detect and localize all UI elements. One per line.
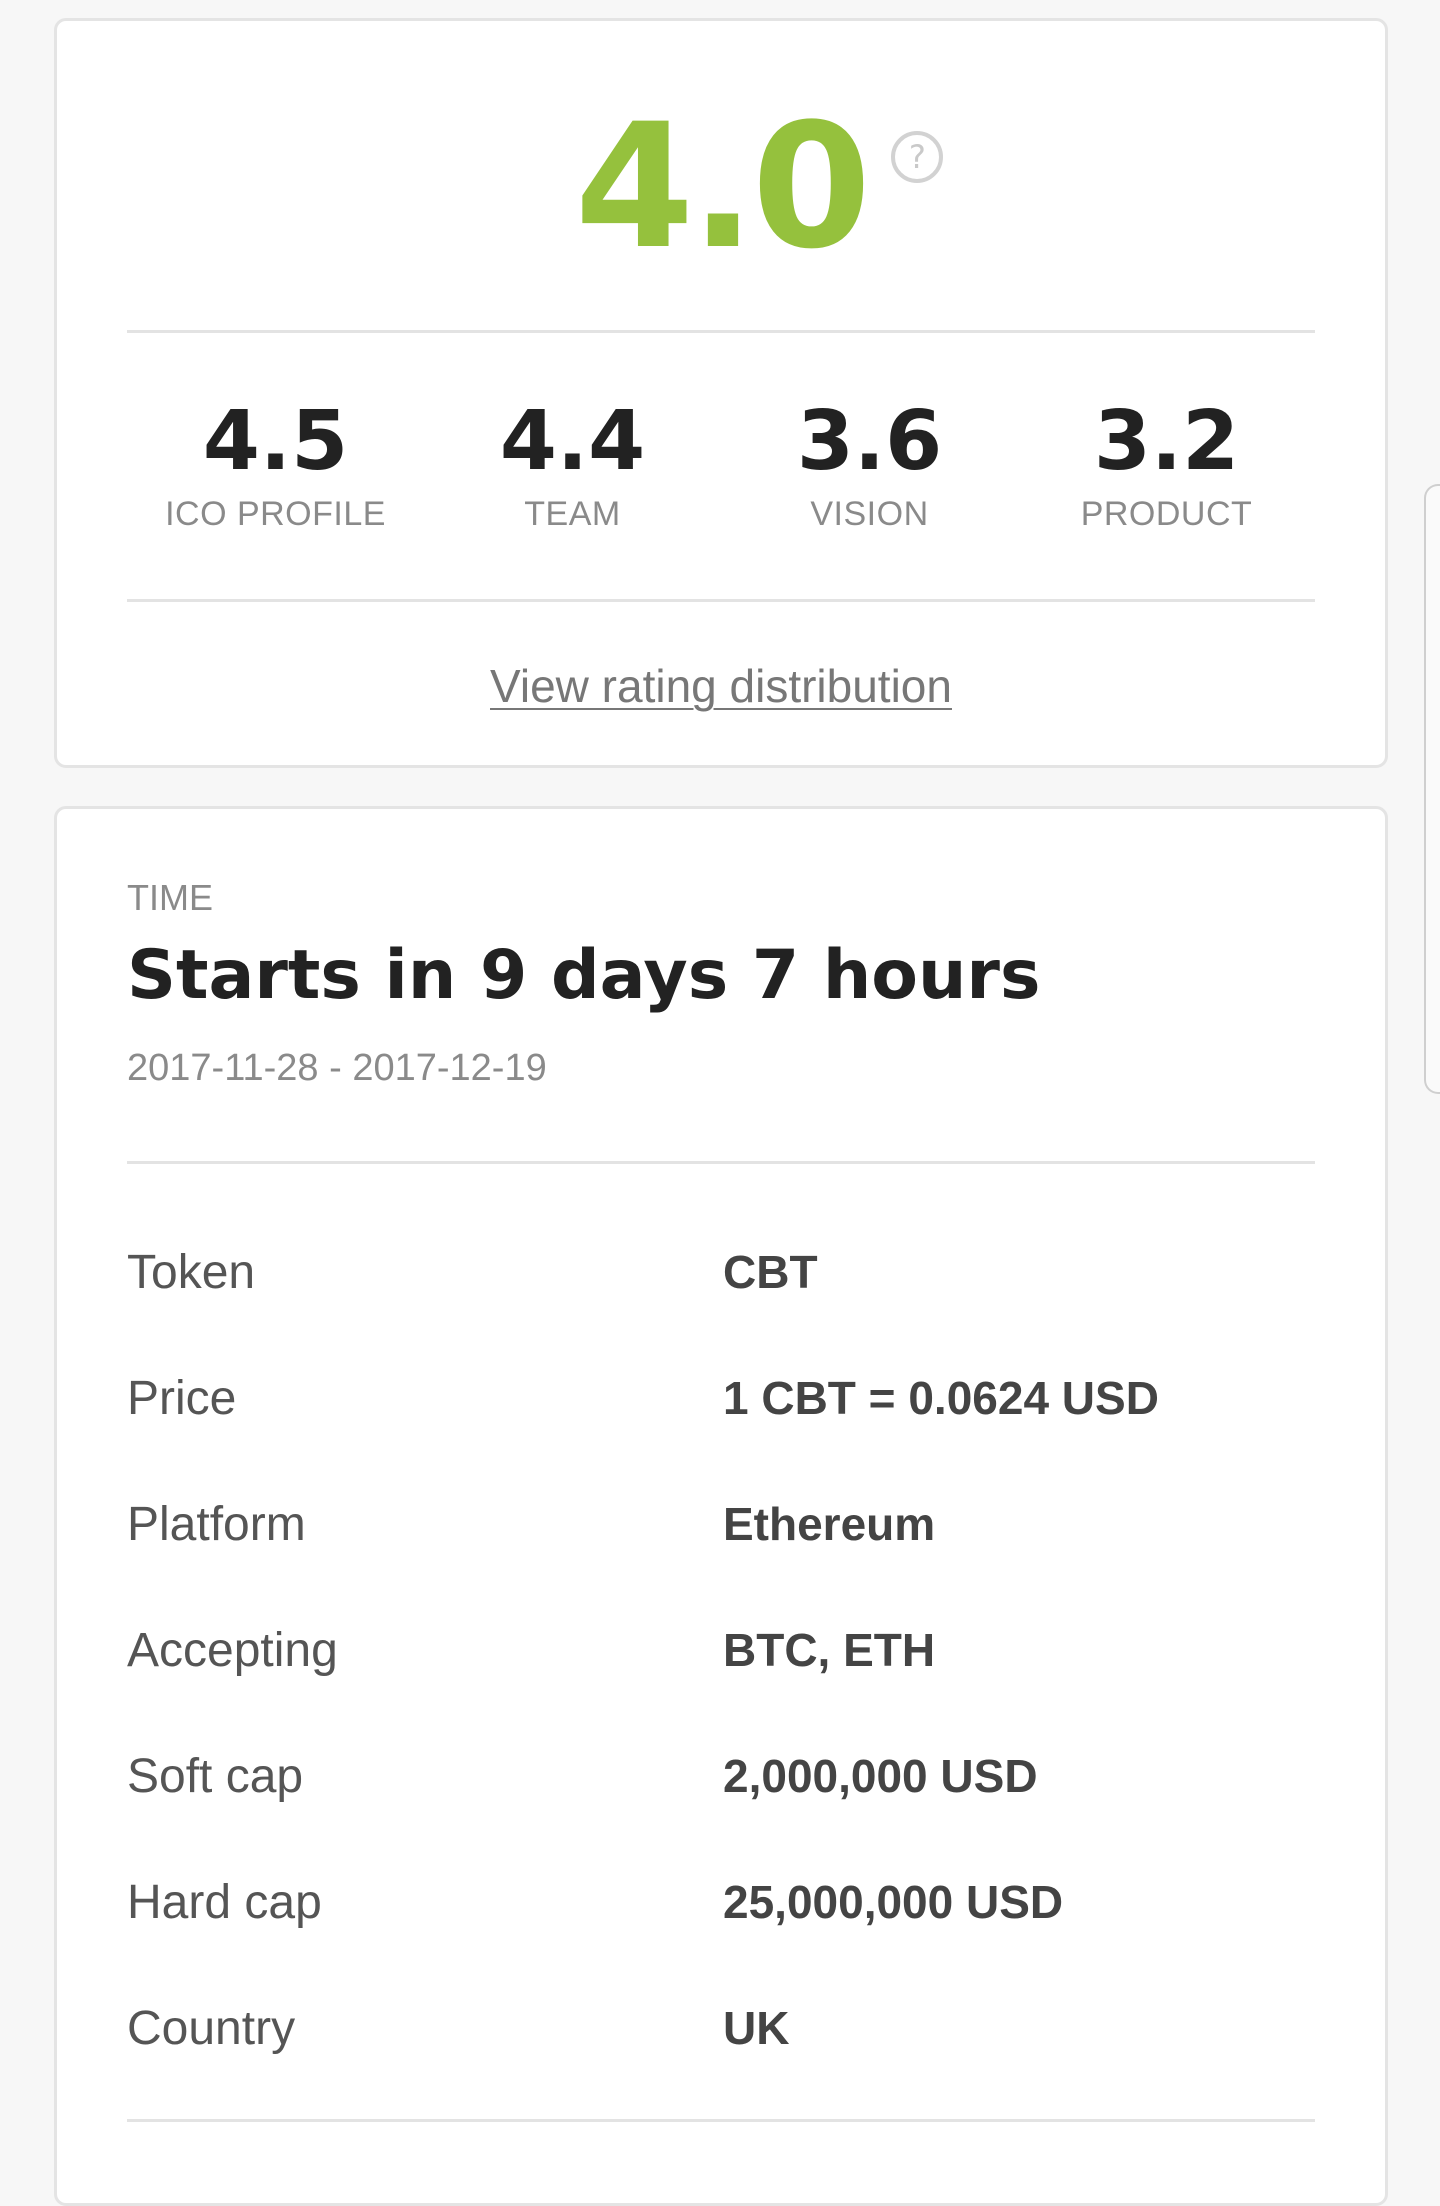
sub-score-value: 3.2: [1093, 394, 1240, 489]
rating-distribution-link-wrap: View rating distribution: [57, 659, 1385, 713]
sub-score-label: ICO PROFILE: [165, 495, 386, 533]
overall-rating: 4.0 ?: [57, 101, 1385, 273]
info-value: CBT: [723, 1246, 818, 1298]
overall-rating-value: 4.0 ?: [575, 101, 944, 273]
info-key: Hard cap: [127, 1875, 322, 1929]
question-circle-icon[interactable]: ?: [891, 131, 944, 183]
info-value: BTC, ETH: [723, 1624, 936, 1676]
sub-score-team: 4.4 TEAM: [424, 401, 721, 534]
time-label: TIME: [127, 877, 213, 918]
info-row-platform: Platform Ethereum: [127, 1461, 1315, 1587]
divider: [127, 1161, 1315, 1164]
info-key: Accepting: [127, 1623, 338, 1677]
info-row-token: Token CBT: [127, 1209, 1315, 1335]
overall-rating-number: 4.0: [574, 86, 872, 287]
details-card: TIME Starts in 9 days 7 hours 2017-11-28…: [54, 806, 1388, 2206]
view-rating-distribution-link[interactable]: View rating distribution: [490, 660, 952, 712]
sub-score-label: PRODUCT: [1080, 495, 1253, 533]
info-value: UK: [723, 2002, 790, 2054]
side-scroll-tab[interactable]: [1424, 484, 1440, 1094]
sub-score-value: 4.4: [499, 394, 646, 489]
divider: [127, 599, 1315, 602]
time-countdown: Starts in 9 days 7 hours: [127, 936, 1041, 1015]
sub-score-label: VISION: [810, 495, 929, 533]
info-value: 25,000,000 USD: [723, 1876, 1064, 1928]
info-row-country: Country UK: [127, 1965, 1315, 2091]
info-value: 1 CBT = 0.0624 USD: [723, 1372, 1159, 1424]
sub-score-value: 3.6: [796, 394, 943, 489]
time-date-range: 2017-11-28 - 2017-12-19: [127, 1047, 547, 1089]
info-value: Ethereum: [723, 1498, 936, 1550]
info-row-accepting: Accepting BTC, ETH: [127, 1587, 1315, 1713]
info-table: Token CBT Price 1 CBT = 0.0624 USD Platf…: [127, 1209, 1315, 2091]
divider: [127, 2119, 1315, 2122]
info-key: Soft cap: [127, 1749, 304, 1803]
rating-card: 4.0 ? 4.5 ICO PROFILE 4.4 TEAM 3.6 VISIO…: [54, 18, 1388, 768]
divider: [127, 330, 1315, 333]
info-row-price: Price 1 CBT = 0.0624 USD: [127, 1335, 1315, 1461]
info-key: Platform: [127, 1497, 306, 1551]
info-value: 2,000,000 USD: [723, 1750, 1038, 1802]
info-row-soft-cap: Soft cap 2,000,000 USD: [127, 1713, 1315, 1839]
info-key: Price: [127, 1371, 237, 1425]
sub-score-value: 4.5: [202, 394, 349, 489]
info-row-hard-cap: Hard cap 25,000,000 USD: [127, 1839, 1315, 1965]
sub-score-vision: 3.6 VISION: [721, 401, 1018, 534]
sub-score-label: TEAM: [524, 495, 621, 533]
sub-score-product: 3.2 PRODUCT: [1018, 401, 1315, 534]
sub-score-ico-profile: 4.5 ICO PROFILE: [127, 401, 424, 534]
sub-scores: 4.5 ICO PROFILE 4.4 TEAM 3.6 VISION 3.2 …: [127, 401, 1315, 534]
info-key: Country: [127, 2001, 296, 2055]
info-key: Token: [127, 1245, 256, 1299]
